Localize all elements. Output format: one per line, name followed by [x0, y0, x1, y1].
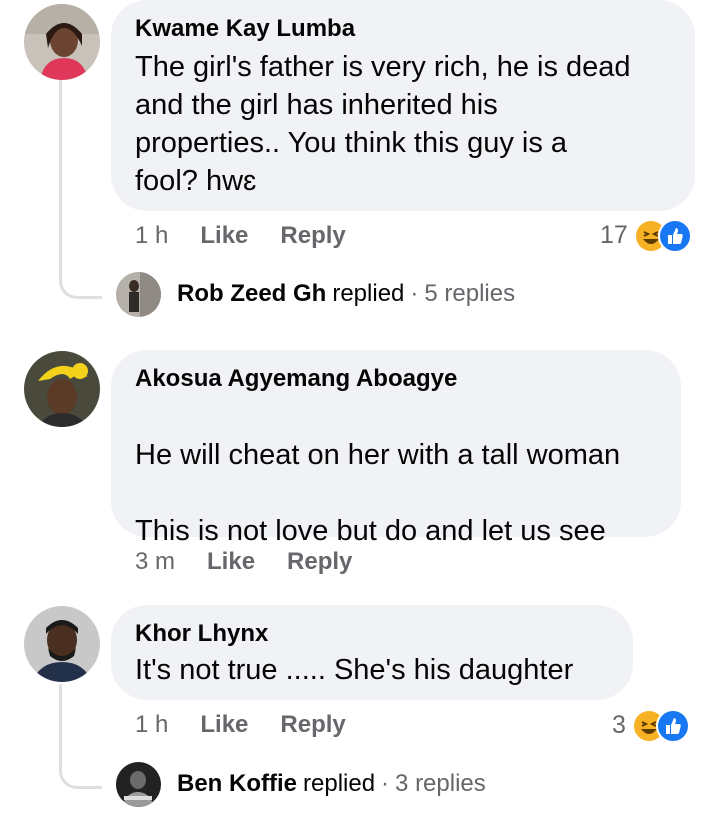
view-replies-link[interactable]: Rob Zeed Gh replied · 5 replies	[177, 280, 515, 308]
avatar[interactable]	[24, 351, 100, 427]
comment-author[interactable]: Kwame Kay Lumba	[135, 14, 671, 44]
avatar[interactable]	[24, 4, 100, 80]
separator-dot: ·	[381, 770, 390, 797]
avatar[interactable]	[116, 272, 161, 317]
reply-button[interactable]: Reply	[280, 711, 345, 739]
comment-actions: 3 m Like Reply	[135, 548, 384, 576]
comment-time[interactable]: 3 m	[135, 548, 175, 576]
comment-bubble: Kwame Kay Lumba The girl's father is ver…	[111, 0, 695, 211]
like-button[interactable]: Like	[200, 222, 248, 250]
reply-verb: replied	[332, 280, 405, 307]
comment-text: The girl's father is very rich, he is de…	[135, 51, 631, 197]
comment-text-line: This is not love but do and let us see	[135, 515, 606, 547]
avatar[interactable]	[24, 606, 100, 682]
comment-bubble: Akosua Agyemang Aboagye He will cheat on…	[111, 350, 681, 671]
like-button[interactable]: Like	[200, 711, 248, 739]
comment-text: It's not true ..... She's his daughter	[135, 654, 574, 686]
reaction-count: 17	[600, 220, 628, 249]
reply-author: Rob Zeed Gh	[177, 280, 327, 307]
reply-verb: replied	[303, 770, 376, 797]
reaction-count: 3	[612, 710, 626, 739]
reply-button[interactable]: Reply	[280, 222, 345, 250]
reply-author: Ben Koffie	[177, 770, 297, 797]
comment-text-line: He will cheat on her with a tall woman	[135, 439, 621, 471]
reaction-summary[interactable]: 3	[612, 709, 690, 743]
avatar[interactable]	[116, 762, 161, 807]
reply-button[interactable]: Reply	[287, 548, 352, 576]
like-icon	[655, 709, 690, 743]
comment-actions: 1 h Like Reply	[135, 222, 378, 250]
thread-line	[59, 78, 62, 278]
comment-actions: 1 h Like Reply	[135, 711, 378, 739]
view-replies-link[interactable]: Ben Koffie replied · 3 replies	[177, 770, 486, 798]
like-button[interactable]: Like	[207, 548, 255, 576]
separator-dot: ·	[410, 280, 419, 307]
like-icon	[657, 219, 692, 253]
reply-count: 3 replies	[395, 770, 486, 797]
thread-connector	[59, 752, 102, 789]
comment-bubble: Khor Lhynx It's not true ..... She's his…	[111, 605, 633, 700]
thread-connector	[59, 260, 102, 299]
comment-author[interactable]: Khor Lhynx	[135, 619, 609, 649]
comment-time[interactable]: 1 h	[135, 222, 168, 250]
comment-author[interactable]: Akosua Agyemang Aboagye	[135, 364, 657, 394]
reaction-summary[interactable]: 17	[600, 219, 692, 253]
reply-count: 5 replies	[424, 280, 516, 307]
comment-time[interactable]: 1 h	[135, 711, 168, 739]
